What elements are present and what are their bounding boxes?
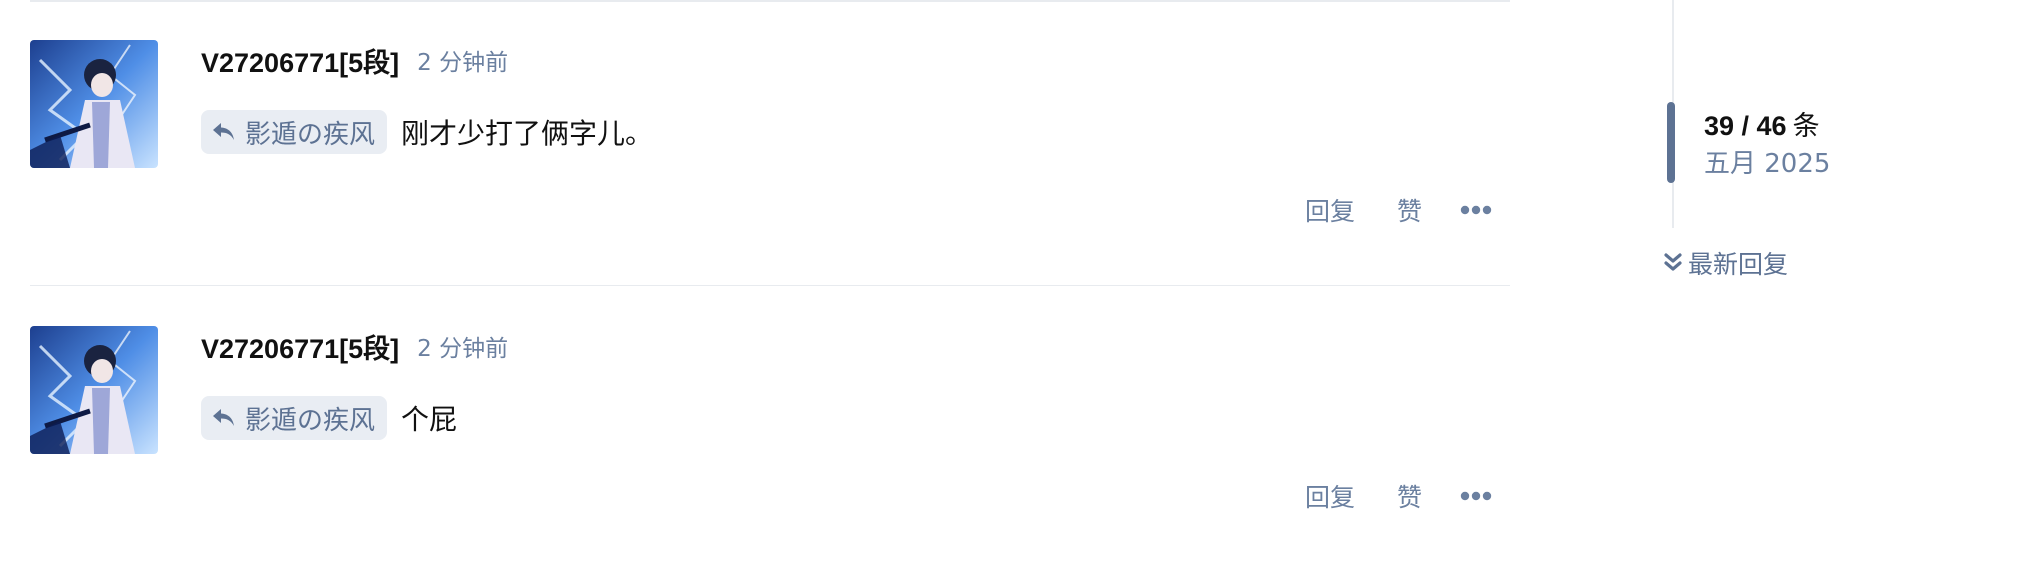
post-item: V27206771[5段] 2 分钟前 影遁の疾风 个屁 回复 赞 bbox=[30, 286, 1510, 571]
double-chevron-down-icon bbox=[1664, 252, 1682, 274]
like-button[interactable]: 赞 bbox=[1397, 478, 1422, 514]
reply-button[interactable]: 回复 bbox=[1305, 192, 1355, 228]
post-time[interactable]: 2 分钟前 bbox=[417, 329, 508, 363]
post-actions: 回复 赞 bbox=[1305, 476, 1492, 516]
username[interactable]: V27206771[5段] bbox=[201, 327, 399, 366]
timeline-date: 五月 2025 bbox=[1704, 149, 1831, 179]
latest-reply-label: 最新回复 bbox=[1688, 250, 1789, 279]
username[interactable]: V27206771[5段] bbox=[201, 41, 399, 80]
post-content: 影遁の疾风 刚才少打了俩字儿。 bbox=[201, 110, 653, 154]
post-actions: 回复 赞 bbox=[1305, 190, 1492, 230]
timeline-unit: 条 bbox=[1792, 111, 1820, 142]
avatar[interactable] bbox=[30, 40, 158, 168]
post-meta: V27206771[5段] 2 分钟前 bbox=[201, 42, 508, 78]
timeline-handle[interactable] bbox=[1667, 102, 1675, 183]
latest-reply-link[interactable]: 最新回复 bbox=[1664, 245, 1788, 281]
timeline-position: 39 / 46 条 bbox=[1704, 104, 1820, 143]
like-button[interactable]: 赞 bbox=[1397, 192, 1422, 228]
more-dots-icon[interactable] bbox=[1460, 204, 1492, 216]
timeline-count: 39 / 46 bbox=[1704, 111, 1787, 141]
reply-arrow-icon bbox=[211, 406, 237, 430]
post-item: V27206771[5段] 2 分钟前 影遁の疾风 刚才少打了俩字儿。 回复 赞 bbox=[30, 0, 1510, 285]
reply-to-tag[interactable]: 影遁の疾风 bbox=[201, 396, 388, 440]
reply-button[interactable]: 回复 bbox=[1305, 478, 1355, 514]
reply-to-name: 影遁の疾风 bbox=[245, 405, 376, 436]
post-content: 影遁の疾风 个屁 bbox=[201, 396, 457, 440]
post-time[interactable]: 2 分钟前 bbox=[417, 43, 508, 77]
post-text: 刚才少打了俩字儿。 bbox=[401, 117, 654, 150]
avatar[interactable] bbox=[30, 326, 158, 454]
post-text: 个屁 bbox=[401, 403, 458, 436]
more-dots-icon[interactable] bbox=[1460, 490, 1492, 502]
reply-to-tag[interactable]: 影遁の疾风 bbox=[201, 110, 388, 154]
reply-arrow-icon bbox=[211, 120, 237, 144]
reply-to-name: 影遁の疾风 bbox=[245, 119, 376, 150]
post-meta: V27206771[5段] 2 分钟前 bbox=[201, 328, 508, 364]
